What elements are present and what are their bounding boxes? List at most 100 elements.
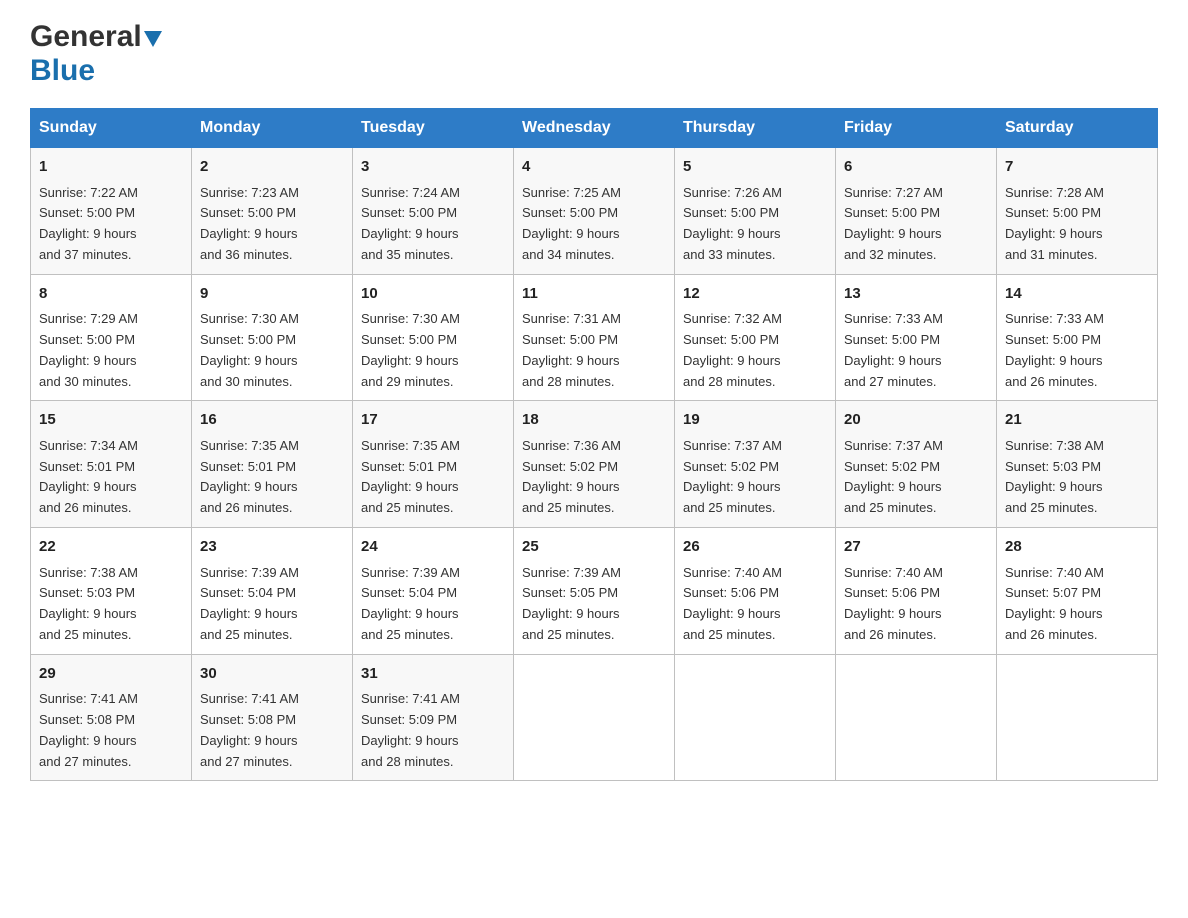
- calendar-cell: 27 Sunrise: 7:40 AMSunset: 5:06 PMDaylig…: [836, 528, 997, 655]
- day-number: 4: [522, 156, 666, 179]
- calendar-cell: [675, 654, 836, 781]
- calendar-cell: 20 Sunrise: 7:37 AMSunset: 5:02 PMDaylig…: [836, 401, 997, 528]
- day-number: 9: [200, 283, 344, 306]
- day-number: 19: [683, 409, 827, 432]
- header-saturday: Saturday: [997, 109, 1158, 148]
- day-info: Sunrise: 7:39 AMSunset: 5:04 PMDaylight:…: [200, 565, 299, 642]
- calendar-cell: 8 Sunrise: 7:29 AMSunset: 5:00 PMDayligh…: [31, 274, 192, 401]
- logo-general-text: General: [30, 20, 142, 54]
- day-number: 24: [361, 536, 505, 559]
- day-number: 23: [200, 536, 344, 559]
- calendar-cell: 3 Sunrise: 7:24 AMSunset: 5:00 PMDayligh…: [353, 148, 514, 275]
- day-info: Sunrise: 7:25 AMSunset: 5:00 PMDaylight:…: [522, 185, 621, 262]
- day-number: 29: [39, 663, 183, 686]
- day-number: 17: [361, 409, 505, 432]
- day-info: Sunrise: 7:35 AMSunset: 5:01 PMDaylight:…: [200, 438, 299, 515]
- logo-triangle-icon: [144, 31, 162, 47]
- day-info: Sunrise: 7:40 AMSunset: 5:06 PMDaylight:…: [844, 565, 943, 642]
- day-info: Sunrise: 7:37 AMSunset: 5:02 PMDaylight:…: [683, 438, 782, 515]
- day-info: Sunrise: 7:40 AMSunset: 5:06 PMDaylight:…: [683, 565, 782, 642]
- week-row-3: 15 Sunrise: 7:34 AMSunset: 5:01 PMDaylig…: [31, 401, 1158, 528]
- logo-blue-text: Blue: [30, 54, 95, 87]
- page-header: General Blue: [30, 20, 1158, 88]
- calendar-cell: 18 Sunrise: 7:36 AMSunset: 5:02 PMDaylig…: [514, 401, 675, 528]
- day-number: 1: [39, 156, 183, 179]
- day-number: 14: [1005, 283, 1149, 306]
- calendar-cell: [836, 654, 997, 781]
- logo: General Blue: [30, 20, 162, 88]
- day-number: 31: [361, 663, 505, 686]
- calendar-cell: 24 Sunrise: 7:39 AMSunset: 5:04 PMDaylig…: [353, 528, 514, 655]
- day-info: Sunrise: 7:23 AMSunset: 5:00 PMDaylight:…: [200, 185, 299, 262]
- calendar-table: SundayMondayTuesdayWednesdayThursdayFrid…: [30, 108, 1158, 781]
- day-info: Sunrise: 7:34 AMSunset: 5:01 PMDaylight:…: [39, 438, 138, 515]
- calendar-cell: 11 Sunrise: 7:31 AMSunset: 5:00 PMDaylig…: [514, 274, 675, 401]
- day-info: Sunrise: 7:41 AMSunset: 5:08 PMDaylight:…: [200, 691, 299, 768]
- calendar-cell: 10 Sunrise: 7:30 AMSunset: 5:00 PMDaylig…: [353, 274, 514, 401]
- calendar-cell: [514, 654, 675, 781]
- day-info: Sunrise: 7:40 AMSunset: 5:07 PMDaylight:…: [1005, 565, 1104, 642]
- calendar-cell: 5 Sunrise: 7:26 AMSunset: 5:00 PMDayligh…: [675, 148, 836, 275]
- day-info: Sunrise: 7:41 AMSunset: 5:08 PMDaylight:…: [39, 691, 138, 768]
- calendar-cell: 19 Sunrise: 7:37 AMSunset: 5:02 PMDaylig…: [675, 401, 836, 528]
- day-number: 28: [1005, 536, 1149, 559]
- calendar-cell: 22 Sunrise: 7:38 AMSunset: 5:03 PMDaylig…: [31, 528, 192, 655]
- day-info: Sunrise: 7:33 AMSunset: 5:00 PMDaylight:…: [844, 311, 943, 388]
- day-info: Sunrise: 7:28 AMSunset: 5:00 PMDaylight:…: [1005, 185, 1104, 262]
- day-number: 27: [844, 536, 988, 559]
- calendar-cell: 14 Sunrise: 7:33 AMSunset: 5:00 PMDaylig…: [997, 274, 1158, 401]
- calendar-cell: 15 Sunrise: 7:34 AMSunset: 5:01 PMDaylig…: [31, 401, 192, 528]
- calendar-cell: 28 Sunrise: 7:40 AMSunset: 5:07 PMDaylig…: [997, 528, 1158, 655]
- day-info: Sunrise: 7:31 AMSunset: 5:00 PMDaylight:…: [522, 311, 621, 388]
- calendar-cell: 6 Sunrise: 7:27 AMSunset: 5:00 PMDayligh…: [836, 148, 997, 275]
- day-info: Sunrise: 7:30 AMSunset: 5:00 PMDaylight:…: [361, 311, 460, 388]
- calendar-cell: 9 Sunrise: 7:30 AMSunset: 5:00 PMDayligh…: [192, 274, 353, 401]
- day-info: Sunrise: 7:24 AMSunset: 5:00 PMDaylight:…: [361, 185, 460, 262]
- day-info: Sunrise: 7:37 AMSunset: 5:02 PMDaylight:…: [844, 438, 943, 515]
- day-number: 2: [200, 156, 344, 179]
- calendar-cell: 26 Sunrise: 7:40 AMSunset: 5:06 PMDaylig…: [675, 528, 836, 655]
- day-number: 12: [683, 283, 827, 306]
- day-number: 20: [844, 409, 988, 432]
- calendar-cell: 29 Sunrise: 7:41 AMSunset: 5:08 PMDaylig…: [31, 654, 192, 781]
- day-number: 11: [522, 283, 666, 306]
- day-number: 8: [39, 283, 183, 306]
- day-info: Sunrise: 7:36 AMSunset: 5:02 PMDaylight:…: [522, 438, 621, 515]
- calendar-cell: 7 Sunrise: 7:28 AMSunset: 5:00 PMDayligh…: [997, 148, 1158, 275]
- day-info: Sunrise: 7:39 AMSunset: 5:05 PMDaylight:…: [522, 565, 621, 642]
- calendar-cell: [997, 654, 1158, 781]
- day-number: 25: [522, 536, 666, 559]
- header-tuesday: Tuesday: [353, 109, 514, 148]
- day-number: 13: [844, 283, 988, 306]
- calendar-cell: 23 Sunrise: 7:39 AMSunset: 5:04 PMDaylig…: [192, 528, 353, 655]
- calendar-header-row: SundayMondayTuesdayWednesdayThursdayFrid…: [31, 109, 1158, 148]
- day-number: 10: [361, 283, 505, 306]
- day-number: 16: [200, 409, 344, 432]
- day-info: Sunrise: 7:22 AMSunset: 5:00 PMDaylight:…: [39, 185, 138, 262]
- calendar-cell: 17 Sunrise: 7:35 AMSunset: 5:01 PMDaylig…: [353, 401, 514, 528]
- day-info: Sunrise: 7:39 AMSunset: 5:04 PMDaylight:…: [361, 565, 460, 642]
- day-info: Sunrise: 7:29 AMSunset: 5:00 PMDaylight:…: [39, 311, 138, 388]
- day-number: 18: [522, 409, 666, 432]
- week-row-1: 1 Sunrise: 7:22 AMSunset: 5:00 PMDayligh…: [31, 148, 1158, 275]
- week-row-2: 8 Sunrise: 7:29 AMSunset: 5:00 PMDayligh…: [31, 274, 1158, 401]
- day-number: 15: [39, 409, 183, 432]
- day-number: 22: [39, 536, 183, 559]
- calendar-cell: 13 Sunrise: 7:33 AMSunset: 5:00 PMDaylig…: [836, 274, 997, 401]
- day-info: Sunrise: 7:38 AMSunset: 5:03 PMDaylight:…: [1005, 438, 1104, 515]
- day-number: 6: [844, 156, 988, 179]
- day-number: 30: [200, 663, 344, 686]
- day-number: 3: [361, 156, 505, 179]
- calendar-cell: 31 Sunrise: 7:41 AMSunset: 5:09 PMDaylig…: [353, 654, 514, 781]
- calendar-cell: 1 Sunrise: 7:22 AMSunset: 5:00 PMDayligh…: [31, 148, 192, 275]
- day-info: Sunrise: 7:35 AMSunset: 5:01 PMDaylight:…: [361, 438, 460, 515]
- day-info: Sunrise: 7:27 AMSunset: 5:00 PMDaylight:…: [844, 185, 943, 262]
- day-info: Sunrise: 7:32 AMSunset: 5:00 PMDaylight:…: [683, 311, 782, 388]
- header-friday: Friday: [836, 109, 997, 148]
- calendar-cell: 25 Sunrise: 7:39 AMSunset: 5:05 PMDaylig…: [514, 528, 675, 655]
- day-info: Sunrise: 7:33 AMSunset: 5:00 PMDaylight:…: [1005, 311, 1104, 388]
- calendar-cell: 12 Sunrise: 7:32 AMSunset: 5:00 PMDaylig…: [675, 274, 836, 401]
- calendar-cell: 2 Sunrise: 7:23 AMSunset: 5:00 PMDayligh…: [192, 148, 353, 275]
- calendar-cell: 30 Sunrise: 7:41 AMSunset: 5:08 PMDaylig…: [192, 654, 353, 781]
- header-wednesday: Wednesday: [514, 109, 675, 148]
